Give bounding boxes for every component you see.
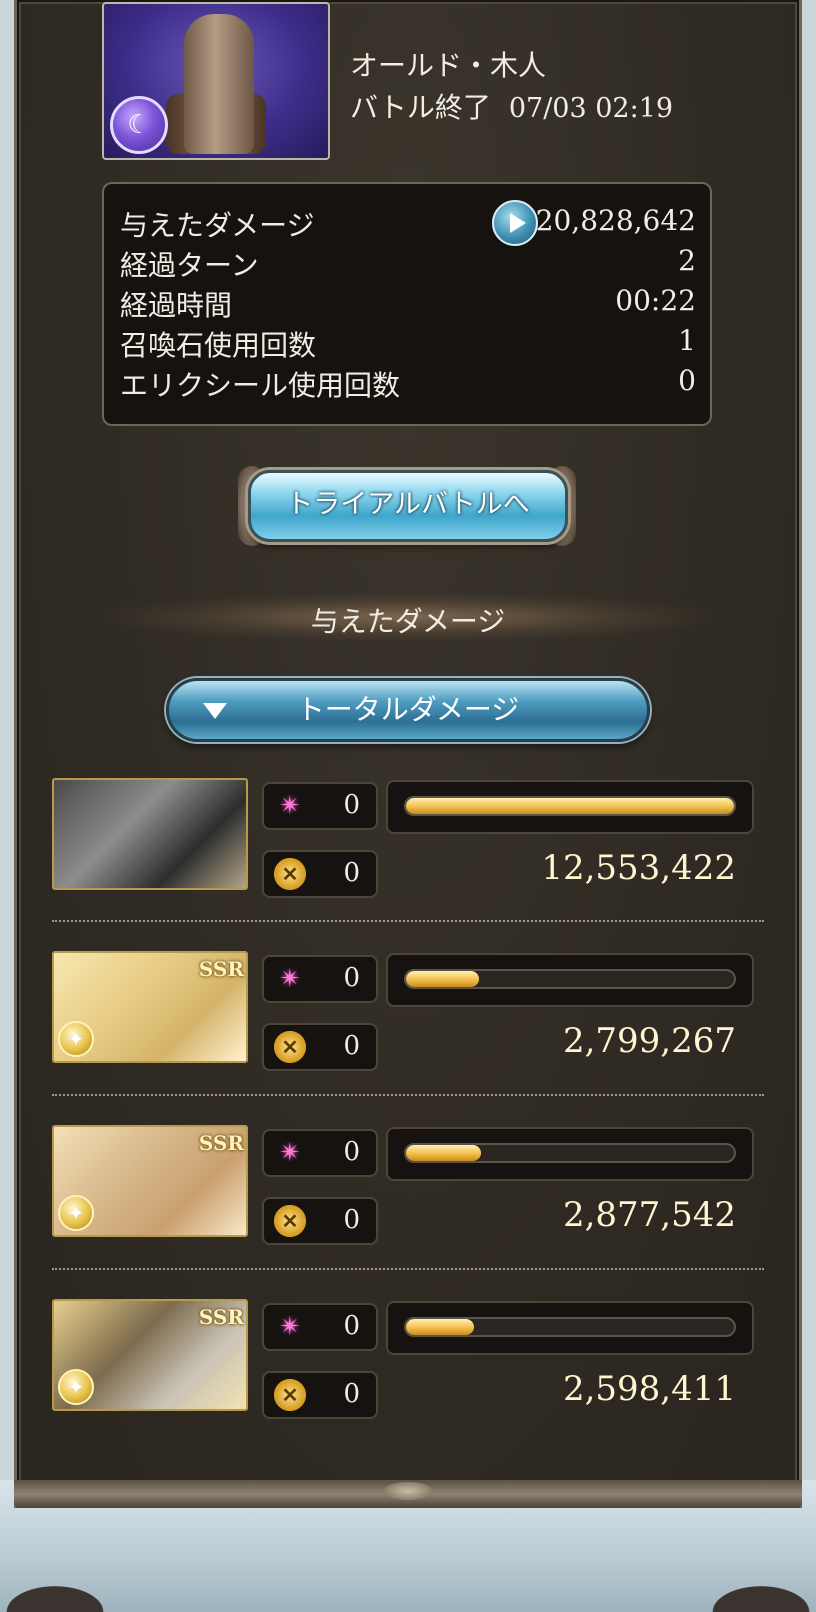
damage-bar-frame (386, 953, 754, 1007)
charge-attack-icon: ✴ (279, 1138, 301, 1168)
enemy-figure (184, 14, 254, 154)
stat-value: 2 (678, 244, 696, 277)
total-damage-dropdown[interactable]: トータルダメージ (166, 678, 650, 742)
charge-attack-counter: ✴ 0 (262, 782, 378, 830)
damage-bar-frame (386, 1127, 754, 1181)
ca-count: 0 (343, 1137, 360, 1167)
character-portrait[interactable]: SSR ✦ (52, 1125, 248, 1237)
bottom-left-ornament (0, 1572, 130, 1612)
ssr-badge: SSR (198, 957, 244, 981)
charge-attack-counter: ✴ 0 (262, 1303, 378, 1351)
charge-attack-icon: ✴ (279, 964, 301, 994)
skill-icon: ✕ (274, 858, 306, 890)
skill-counter: ✕ 0 (262, 1023, 378, 1071)
light-element-icon: ✦ (58, 1195, 94, 1231)
character-portrait[interactable]: SSR ✦ (52, 1299, 248, 1411)
skill-counter: ✕ 0 (262, 1371, 378, 1419)
damage-bar-track (404, 969, 736, 989)
stat-row-summons: 召喚石使用回数 1 (120, 324, 696, 364)
skill-counter: ✕ 0 (262, 1197, 378, 1245)
skill-count: 0 (343, 1031, 360, 1061)
damage-value: 2,877,542 (562, 1195, 736, 1235)
stat-label: 経過時間 (120, 289, 233, 322)
ca-count: 0 (343, 790, 360, 820)
charge-attack-icon: ✴ (279, 1312, 301, 1342)
light-element-icon: ✦ (58, 1369, 94, 1405)
character-portrait[interactable]: SSR ✦ (52, 951, 248, 1063)
stat-value: 00:22 (615, 284, 696, 317)
battle-datetime: 07/03 02:19 (508, 93, 674, 124)
row-divider (52, 920, 764, 922)
damage-bar-track (404, 1143, 736, 1163)
stat-label: エリクシール使用回数 (120, 369, 401, 402)
skill-count: 0 (343, 858, 360, 888)
enemy-name: オールド・木人 (350, 49, 547, 82)
charge-attack-icon: ✴ (279, 791, 301, 821)
character-row: SSR ✦ ✴ 0 ✕ 0 2,799,267 (52, 951, 772, 1071)
stat-value: 20,828,642 (535, 204, 696, 237)
skill-count: 0 (343, 1205, 360, 1235)
stat-label: 召喚石使用回数 (120, 329, 317, 362)
stat-row-damage: 与えたダメージ 20,828,642 (120, 200, 696, 246)
battle-end-info: バトル終了 07/03 02:19 (350, 86, 673, 126)
charge-attack-counter: ✴ 0 (262, 1129, 378, 1177)
trial-battle-button[interactable]: トライアルバトルへ (248, 470, 568, 542)
stat-value: 0 (678, 364, 696, 397)
stat-label: 経過ターン (120, 249, 259, 282)
damage-value: 12,553,422 (541, 848, 736, 888)
stat-row-turns: 経過ターン 2 (120, 244, 696, 284)
chevron-down-icon (203, 703, 227, 719)
ssr-badge: SSR (198, 1131, 244, 1155)
charge-attack-counter: ✴ 0 (262, 955, 378, 1003)
battle-end-label: バトル終了 (350, 91, 491, 124)
skill-count: 0 (343, 1379, 360, 1409)
damage-bar-fill (406, 798, 734, 814)
damage-value: 2,598,411 (562, 1369, 736, 1409)
damage-bar-frame (386, 780, 754, 834)
stat-row-time: 経過時間 00:22 (120, 284, 696, 324)
damage-bar-track (404, 1317, 736, 1337)
panel-ornament (378, 1480, 438, 1502)
damage-bar-frame (386, 1301, 754, 1355)
damage-section-heading: 与えたダメージ (310, 605, 506, 638)
row-divider (52, 1094, 764, 1096)
dark-element-icon: ☾ (110, 96, 168, 154)
battle-stats-box: 与えたダメージ 20,828,642 経過ターン 2 経過時間 00:22 召喚… (102, 182, 712, 426)
character-row: ✴ 0 ✕ 0 12,553,422 (52, 778, 772, 898)
character-row: SSR ✦ ✴ 0 ✕ 0 2,877,542 (52, 1125, 772, 1245)
light-element-icon: ✦ (58, 1021, 94, 1057)
skill-icon: ✕ (274, 1205, 306, 1237)
enemy-portrait: ☾ (102, 2, 330, 160)
character-row: SSR ✦ ✴ 0 ✕ 0 2,598,411 (52, 1299, 772, 1419)
skill-icon: ✕ (274, 1379, 306, 1411)
stat-label: 与えたダメージ (120, 209, 315, 242)
bottom-right-ornament (686, 1572, 816, 1612)
stat-row-elixirs: エリクシール使用回数 0 (120, 364, 696, 404)
ca-count: 0 (343, 1311, 360, 1341)
stat-value: 1 (678, 324, 696, 357)
damage-bar-fill (406, 1319, 474, 1335)
damage-bar-track (404, 796, 736, 816)
row-divider (52, 1268, 764, 1270)
damage-value: 2,799,267 (562, 1021, 736, 1061)
dropdown-label: トータルダメージ (296, 693, 520, 726)
damage-bar-fill (406, 971, 480, 987)
skill-icon: ✕ (274, 1031, 306, 1063)
ca-count: 0 (343, 963, 360, 993)
play-replay-icon[interactable] (492, 200, 538, 246)
character-portrait[interactable] (52, 778, 248, 890)
damage-bar-fill (406, 1145, 482, 1161)
skill-counter: ✕ 0 (262, 850, 378, 898)
ssr-badge: SSR (198, 1305, 244, 1329)
